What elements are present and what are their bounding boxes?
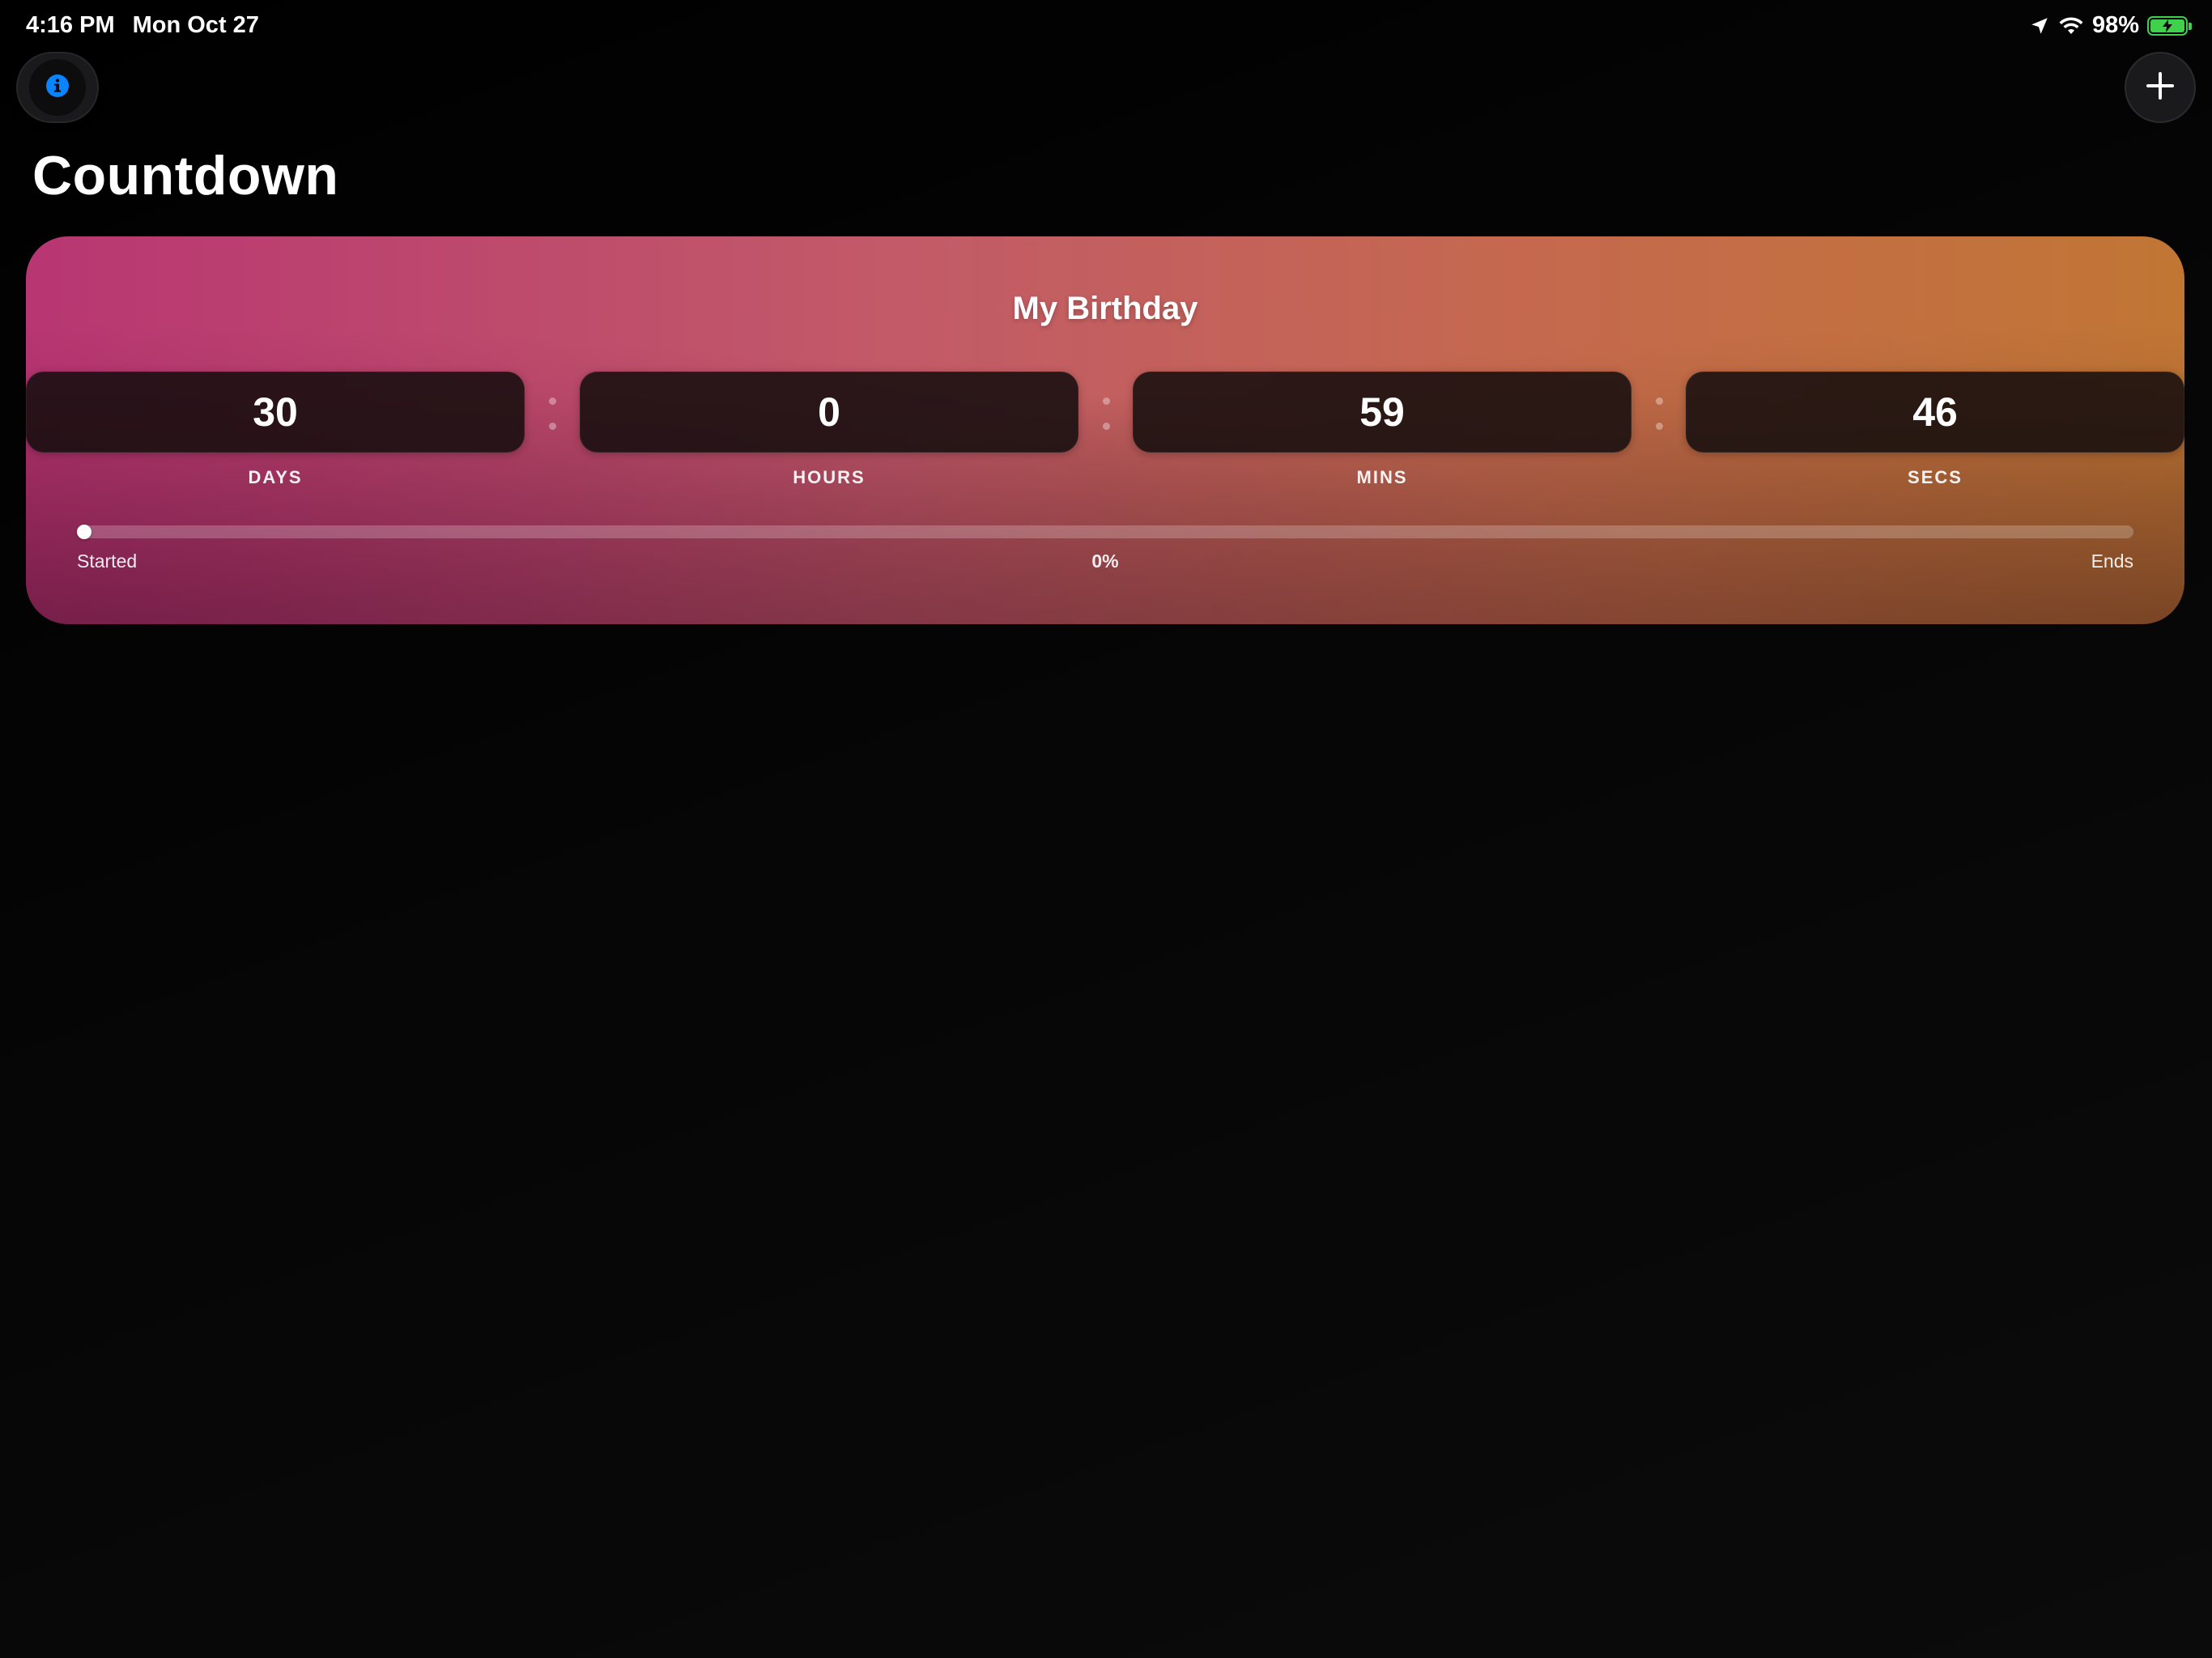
countdown-title: My Birthday <box>1012 291 1198 326</box>
countdown-units: 30 DAYS 0 HOURS 59 MINS 46 SECS <box>26 372 2184 488</box>
progress-knob <box>77 525 91 539</box>
hours-value: 0 <box>580 372 1078 453</box>
days-value: 30 <box>26 372 525 453</box>
separator-dots <box>1102 397 1110 430</box>
battery-charging-icon <box>2147 15 2192 36</box>
screen: 4:16 PM Mon Oct 27 98% Countdown My Birt… <box>0 0 2212 1658</box>
days-label: DAYS <box>248 467 303 487</box>
hours-label: HOURS <box>793 467 866 487</box>
countdown-card[interactable]: My Birthday 30 DAYS 0 HOURS 59 MINS 46 S… <box>26 236 2184 624</box>
location-arrow-icon <box>2029 15 2050 36</box>
mins-value: 59 <box>1133 372 1631 453</box>
status-left: 4:16 PM Mon Oct 27 <box>26 12 259 39</box>
page-title: Countdown <box>32 145 339 206</box>
status-time: 4:16 PM <box>26 12 115 38</box>
wifi-icon <box>2058 15 2084 36</box>
battery-percent: 98% <box>2091 12 2139 38</box>
separator-dots <box>1655 397 1663 430</box>
progress-labels: Started 0% Ends <box>77 551 2133 578</box>
progress-end-label: Ends <box>2091 551 2133 572</box>
status-right: 98% <box>2029 12 2192 39</box>
mins-label: MINS <box>1356 467 1408 487</box>
status-date: Mon Oct 27 <box>132 12 259 38</box>
info-button-inner <box>29 59 86 116</box>
add-button[interactable] <box>2125 52 2196 123</box>
secs-label: SECS <box>1908 467 1963 487</box>
info-button[interactable] <box>16 52 99 123</box>
countdown-unit-mins: 59 MINS <box>1133 372 1631 488</box>
countdown-unit-days: 30 DAYS <box>26 372 525 488</box>
countdown-unit-secs: 46 SECS <box>1686 372 2184 488</box>
info-icon <box>45 74 70 102</box>
progress-bar <box>77 525 2133 539</box>
plus-icon <box>2144 70 2176 106</box>
progress-percent: 0% <box>1091 551 1119 572</box>
separator-dots <box>548 397 556 430</box>
status-bar: 4:16 PM Mon Oct 27 98% <box>0 0 2212 52</box>
secs-value: 46 <box>1686 372 2184 453</box>
countdown-unit-hours: 0 HOURS <box>580 372 1078 488</box>
